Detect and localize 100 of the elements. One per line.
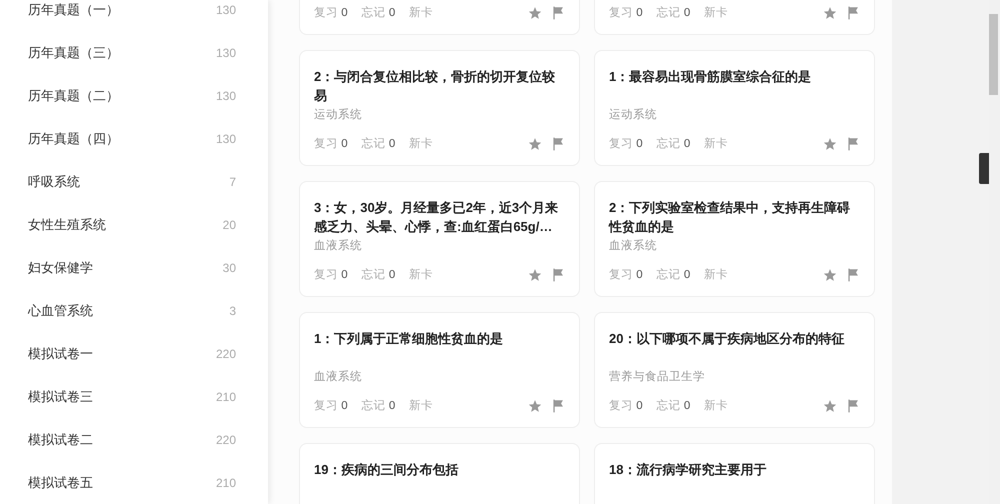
star-icon[interactable] [528,268,542,282]
stat-label: 忘记 0 [656,267,690,283]
item-count: 130 [216,130,236,148]
star-icon[interactable] [823,399,837,414]
category-label: 运动系统 [609,107,658,123]
item-count: 20 [222,216,236,234]
sidebar-item-label: 模拟试卷三 [28,388,93,406]
stat-label: 复习 0 [314,268,348,283]
stat-label: 新卡 [704,398,728,414]
sidebar-item-label: 历年真题（四） [28,130,119,148]
sidebar-item-label: 历年真题（一） [28,0,119,19]
question-title: 19：疾病的三间分布包括 [314,461,460,479]
stat-label: 新卡 [409,398,434,414]
sidebar-item[interactable]: 心血管系统 3 [0,289,268,332]
sidebar-item-label: 女性生殖系统 [28,216,106,234]
sidebar-item-label: 历年真题（二） [28,86,119,105]
item-count: 210 [216,388,236,406]
question-card[interactable]: 复习 0 忘记 0 新卡 [594,0,875,35]
flag-icon[interactable] [552,6,565,20]
question-title: 1：最容易出现骨筋膜室综合征的是 [609,68,812,86]
item-count: 220 [216,432,236,448]
stat-label: 新卡 [409,136,434,152]
question-title: 20：以下哪项不属于疾病地区分布的特征 [609,330,846,348]
category-label: 营养与食品卫生学 [609,369,706,385]
question-card[interactable]: 19：疾病的三间分布包括 [299,443,580,504]
item-count: 220 [216,346,236,362]
question-card[interactable]: 18：流行病学研究主要用于 [594,443,875,504]
stat-label: 复习 0 [609,398,643,414]
stat-label: 复习 0 [609,136,643,152]
category-label: 血液系统 [314,369,363,385]
sidebar-item-label: 模拟试卷一 [28,344,93,363]
question-title: 1：下列属于正常细胞性贫血的是 [314,330,504,348]
item-count: 210 [216,474,236,492]
stat-label: 复习 0 [609,268,643,283]
sidebar-item-label: 模拟试卷五 [28,474,93,492]
stat-label: 复习 0 [314,136,348,152]
flag-icon[interactable] [847,399,860,414]
stat-label: 忘记 0 [362,398,396,414]
sidebar-item[interactable]: 模拟试卷三 210 [0,375,268,418]
category-label: 血液系统 [314,238,363,254]
stat-label: 新卡 [409,267,434,283]
star-icon[interactable] [528,399,542,414]
sidebar-item[interactable]: 模拟试卷二 220 [0,418,268,461]
flag-icon[interactable] [552,399,565,414]
sidebar-item[interactable]: 模拟试卷一 220 [0,332,268,375]
stat-label: 忘记 0 [656,5,690,21]
item-count: 3 [229,302,236,320]
question-card[interactable]: 1：下列属于正常细胞性贫血的是 血液系统 复习 0 忘记 0 新卡 [299,312,580,428]
sidebar-item[interactable]: 呼吸系统 7 [0,160,268,203]
question-card[interactable]: 复习 0 忘记 0 新卡 [299,0,580,35]
star-icon[interactable] [823,137,837,152]
sidebar-item[interactable]: 妇女保健学 30 [0,246,268,289]
sidebar-item[interactable]: 模拟试卷五 210 [0,461,268,504]
sidebar-item[interactable]: 历年真题（三） 130 [0,31,268,74]
question-card[interactable]: 2：下列实验室检查结果中，支持再生障碍性贫血的是 血液系统 复习 0 忘记 0 新卡 [594,181,875,297]
item-count: 130 [216,44,236,62]
star-icon[interactable] [823,6,837,20]
item-count: 130 [216,88,236,104]
category-label: 血液系统 [609,238,658,254]
stat-label: 新卡 [704,5,728,21]
extension-handle-icon[interactable] [979,153,989,184]
sidebar-item-label: 心血管系统 [28,302,93,320]
flag-icon[interactable] [847,268,860,282]
sidebar-item[interactable]: 女性生殖系统 20 [0,203,268,246]
flag-icon[interactable] [847,6,860,20]
sidebar-item[interactable]: 历年真题（四） 130 [0,117,268,160]
sidebar-item[interactable]: 历年真题（二） 130 [0,74,268,117]
stat-label: 忘记 0 [656,136,690,152]
category-label: 运动系统 [314,107,363,123]
star-icon[interactable] [528,137,542,152]
question-title: 18：流行病学研究主要用于 [609,461,768,479]
sidebar-item-label: 妇女保健学 [28,258,93,277]
sidebar-item-label: 模拟试卷二 [28,430,93,449]
stat-label: 新卡 [704,267,728,283]
question-card[interactable]: 3：女，30岁。月经量多已2年，近3个月来感乏力、头晕、心悸，查:血红蛋白65g/… 血液系统 复习 0 忘记 0 新卡 [299,181,580,297]
star-icon[interactable] [823,268,837,282]
stat-label: 忘记 0 [362,5,396,21]
stat-label: 复习 0 [609,6,643,21]
item-count: 7 [229,174,236,190]
scrollbar-thumb[interactable] [989,14,998,95]
question-card[interactable]: 2：与闭合复位相比较，骨折的切开复位较易 运动系统 复习 0 忘记 0 新卡 [299,50,580,166]
flag-icon[interactable] [847,137,860,152]
question-card[interactable]: 1：最容易出现骨筋膜室综合征的是 运动系统 复习 0 忘记 0 新卡 [594,50,875,166]
stat-label: 忘记 0 [362,136,396,152]
flag-icon[interactable] [552,268,565,282]
stat-label: 复习 0 [314,398,348,414]
item-count: 130 [216,2,236,18]
stat-label: 忘记 0 [656,398,690,414]
flag-icon[interactable] [552,137,565,152]
stat-label: 新卡 [409,5,434,21]
question-title: 3：女，30岁。月经量多已2年，近3个月来感乏力、头晕、心悸，查:血红蛋白65g/… [314,199,560,236]
stat-label: 新卡 [704,136,728,152]
star-icon[interactable] [528,6,542,20]
stat-label: 忘记 0 [362,267,396,283]
question-title: 2：与闭合复位相比较，骨折的切开复位较易 [314,68,556,105]
item-count: 30 [222,260,236,276]
question-title: 2：下列实验室检查结果中，支持再生障碍性贫血的是 [609,199,852,236]
sidebar-item[interactable]: 历年真题（一） 130 [0,0,268,31]
question-card[interactable]: 20：以下哪项不属于疾病地区分布的特征 营养与食品卫生学 复习 0 忘记 0 新卡 [594,312,875,428]
sidebar-item-label: 历年真题（三） [28,44,119,62]
